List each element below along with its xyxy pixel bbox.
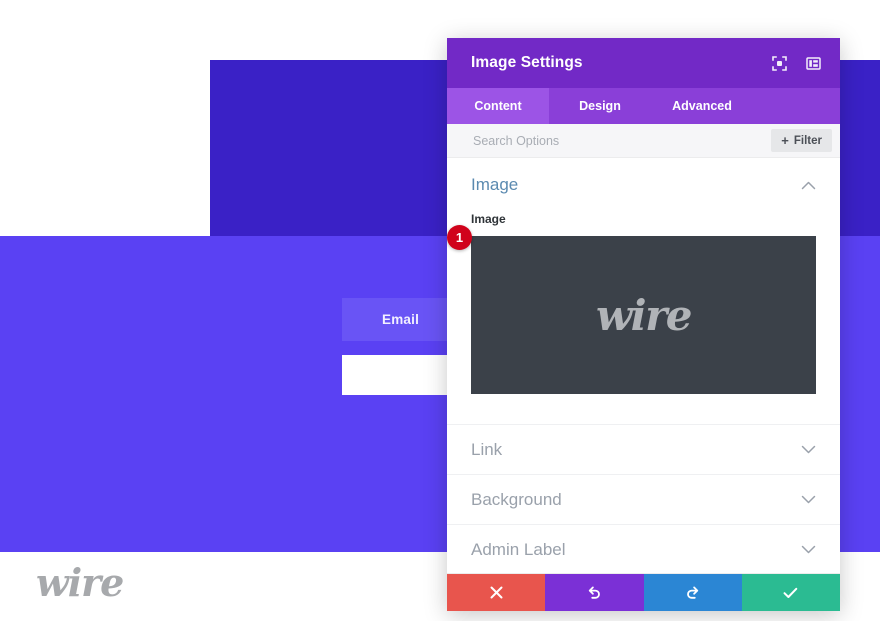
section-image-header[interactable]: Image — [471, 158, 816, 212]
filter-button-label: Filter — [793, 134, 822, 147]
undo-button[interactable] — [545, 574, 644, 611]
image-preview-logo: wire — [596, 290, 692, 340]
filter-button[interactable]: + Filter — [771, 129, 832, 152]
image-preview[interactable]: wire — [471, 236, 816, 394]
section-image-title: Image — [471, 175, 519, 194]
chevron-down-icon[interactable] — [801, 545, 816, 554]
email-button-label: Email — [382, 312, 420, 327]
section-background-title: Background — [471, 489, 562, 509]
tab-advanced[interactable]: Advanced — [651, 88, 753, 124]
modal-titlebar: Image Settings — [447, 38, 840, 88]
image-field-label: Image — [471, 212, 506, 226]
chevron-up-icon[interactable] — [801, 181, 816, 190]
modal-footer — [447, 573, 840, 611]
close-icon — [490, 586, 503, 599]
search-input[interactable] — [471, 132, 772, 149]
section-background[interactable]: Background — [447, 475, 840, 525]
tab-design-label: Design — [579, 99, 621, 113]
layout-panel-icon[interactable] — [805, 55, 822, 72]
cancel-button[interactable] — [447, 574, 546, 611]
section-admin-label-title: Admin Label — [471, 539, 566, 559]
section-admin-label[interactable]: Admin Label — [447, 525, 840, 573]
modal-tabs: Content Design Advanced — [447, 88, 840, 124]
checkmark-icon — [783, 587, 798, 599]
search-row: + Filter — [447, 124, 840, 158]
undo-icon — [587, 585, 602, 600]
image-preview-wrapper: 1 wire — [447, 225, 816, 394]
chevron-down-icon[interactable] — [801, 445, 816, 454]
section-image: Image Image 1 wire — [447, 158, 840, 425]
image-settings-modal: Image Settings Content Design Advanced S… — [447, 38, 840, 611]
page-footer-logo: wire — [36, 560, 124, 605]
tab-advanced-label: Advanced — [672, 99, 732, 113]
section-link-title: Link — [471, 439, 503, 459]
tab-content[interactable]: Content — [447, 88, 549, 124]
modal-body[interactable]: Image Image 1 wire Link Background Admin… — [447, 158, 840, 573]
modal-title: Image Settings — [471, 54, 583, 71]
redo-button[interactable] — [643, 574, 742, 611]
section-link[interactable]: Link — [447, 425, 840, 475]
step-badge: 1 — [447, 225, 472, 250]
save-button[interactable] — [741, 574, 840, 611]
fullscreen-icon[interactable] — [771, 55, 788, 72]
chevron-down-icon[interactable] — [801, 495, 816, 504]
tab-design[interactable]: Design — [549, 88, 651, 124]
redo-icon — [685, 585, 700, 600]
modal-titlebar-actions — [771, 55, 822, 72]
plus-icon: + — [781, 133, 789, 148]
tab-content-label: Content — [474, 99, 522, 113]
